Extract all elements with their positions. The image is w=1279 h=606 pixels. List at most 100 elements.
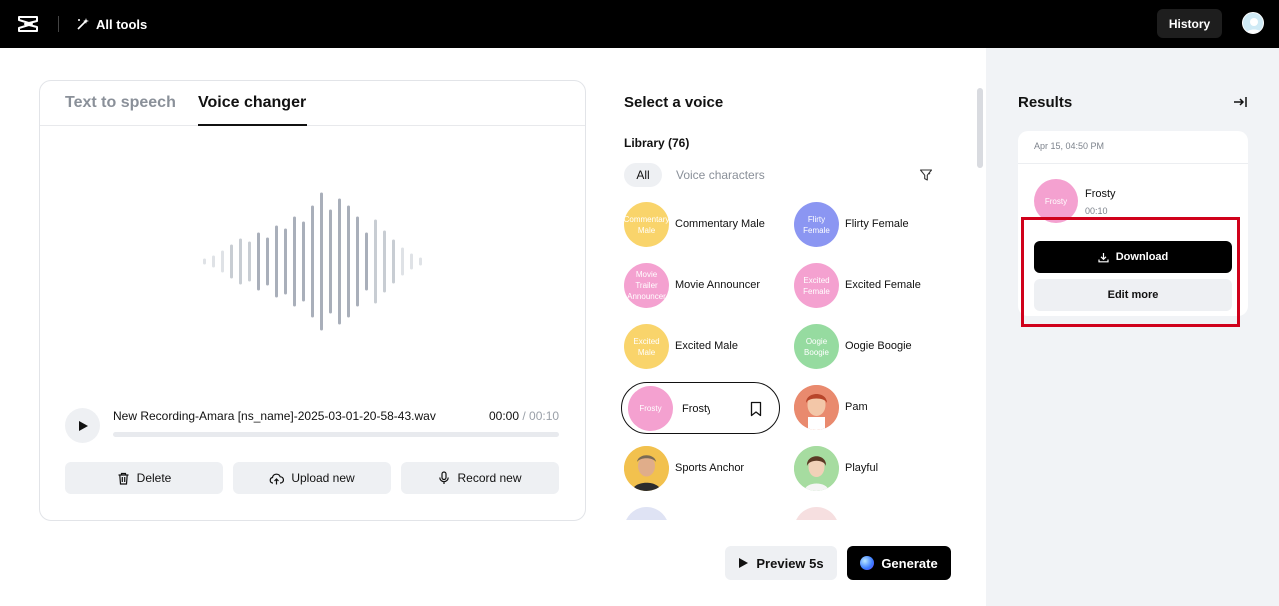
voice-item-playful[interactable]: Playful [785,439,945,491]
voice-avatar: Commentary Male [624,202,669,247]
result-duration: 00:10 [1085,206,1108,216]
voice-name: Oogie Boogie [845,340,912,352]
voice-avatar-text: Flirty Female [803,214,830,235]
voice-item-sports-anchor[interactable]: Sports Anchor [615,439,775,491]
filter-icon[interactable] [919,168,933,182]
play-button[interactable] [65,408,100,443]
voice-item-oogie-boogie[interactable]: Oogie Boogie Oogie Boogie [785,317,945,369]
waveform-bar [257,232,260,291]
waveform-bar [347,205,350,318]
voice-item-partial[interactable] [615,500,775,520]
waveform-bar [365,232,368,291]
total-time: 00:10 [529,409,560,423]
result-voice-name: Frosty [1085,188,1116,200]
generate-button[interactable]: Generate [847,546,951,580]
library-label: Library (76) [624,136,690,150]
waveform-bar [284,228,287,295]
result-avatar-text: Frosty [1044,196,1068,206]
waveform-bar [275,225,278,298]
waveform-graphic [203,192,422,331]
voice-avatar [794,385,839,430]
waveform-bar [203,258,206,265]
voice-item-partial[interactable] [785,500,945,520]
magic-wand-icon [77,18,89,30]
waveform-bar [401,247,404,276]
bookmark-icon[interactable] [749,401,763,417]
playback-time: 00:00 / 00:10 [489,409,559,423]
voice-avatar [624,507,669,520]
voice-avatar [624,446,669,491]
generate-orb-icon [860,556,875,570]
voice-item-excited-male[interactable]: Excited Male Excited Male [615,317,775,369]
voice-name: Commentary Male [675,218,765,230]
voice-item-commentary-male[interactable]: Commentary Male Commentary Male [615,195,775,247]
waveform-bar [374,219,377,304]
collapse-panel-icon[interactable] [1232,94,1248,110]
record-new-button[interactable]: Record new [401,462,559,494]
voice-avatar-text: Movie Trailer Announcer [627,270,666,301]
voice-name: Flirty Female [845,218,909,230]
voice-name: Playful [845,462,879,474]
voice-name: Excited Female [845,279,921,291]
play-icon [739,558,749,568]
play-icon [78,420,88,431]
waveform-bar [383,230,386,293]
result-date: Apr 15, 04:50 PM [1034,141,1105,151]
all-tools-link[interactable]: All tools [76,15,147,33]
voice-avatar: Frosty [628,386,673,431]
voice-item-flirty-female[interactable]: Flirty Female Flirty Female [785,195,945,247]
waveform-bar [302,221,305,302]
waveform-bar [419,257,422,266]
voice-avatar: Excited Female [794,263,839,308]
user-avatar[interactable] [1242,12,1264,34]
voice-name: Movie Announcer [675,279,760,291]
tab-text-to-speech[interactable]: Text to speech [65,94,176,112]
filter-chip-voice-characters[interactable]: Voice characters [676,168,765,182]
upload-new-label: Upload new [291,471,355,485]
waveform-bar [212,255,215,268]
user-avatar-icon [1246,18,1262,33]
voice-item-excited-female[interactable]: Excited Female Excited Female [785,256,945,308]
voice-list-scrollbar[interactable] [977,88,983,168]
record-new-label: Record new [457,471,522,485]
voice-item-frosty-selected[interactable]: Frosty Frosty [621,382,780,434]
tab-voice-changer[interactable]: Voice changer [198,94,306,112]
result-divider [1018,163,1248,164]
upload-new-button[interactable]: Upload new [233,462,391,494]
playback-progress-bar[interactable] [113,432,559,437]
highlight-box [1021,217,1240,327]
voice-item-pam[interactable]: Pam [785,378,945,430]
voice-name: Pam [845,401,868,413]
delete-button[interactable]: Delete [65,462,223,494]
capcut-logo-icon[interactable] [17,14,39,34]
sports-anchor-portrait-icon [624,446,669,491]
voice-avatar [794,446,839,491]
voice-avatar: Oogie Boogie [794,324,839,369]
voice-item-movie-announcer[interactable]: Movie Trailer Announcer Movie Announcer [615,256,775,308]
preview-label: Preview 5s [756,555,824,571]
voice-list: Commentary Male Commentary Male Flirty F… [615,195,970,520]
voice-avatar: Flirty Female [794,202,839,247]
voice-avatar-text: Commentary Male [624,214,669,235]
waveform-bar [338,198,341,325]
voice-avatar [794,507,839,520]
trash-icon [118,472,129,485]
history-button[interactable]: History [1157,9,1222,38]
playful-portrait-icon [794,446,839,491]
filter-chip-all[interactable]: All [624,163,662,187]
waveform-bar [221,250,224,273]
results-panel: Results Apr 15, 04:50 PM Frosty Frosty 0… [986,48,1279,606]
all-tools-label: All tools [96,16,148,32]
microphone-icon [439,471,450,484]
active-tab-indicator [198,124,307,126]
voice-name: Frosty [682,403,710,415]
pam-portrait-icon [794,385,839,430]
waveform-bar [329,209,332,314]
voice-avatar-text: Oogie Boogie [804,336,829,357]
voice-avatar: Movie Trailer Announcer [624,263,669,308]
voice-avatar-text: Excited Female [803,275,830,296]
recording-file-name: New Recording-Amara [ns_name]-2025-03-01… [113,409,436,423]
preview-button[interactable]: Preview 5s [725,546,837,580]
voice-avatar-text: Excited Male [633,336,660,357]
voice-avatar: Excited Male [624,324,669,369]
